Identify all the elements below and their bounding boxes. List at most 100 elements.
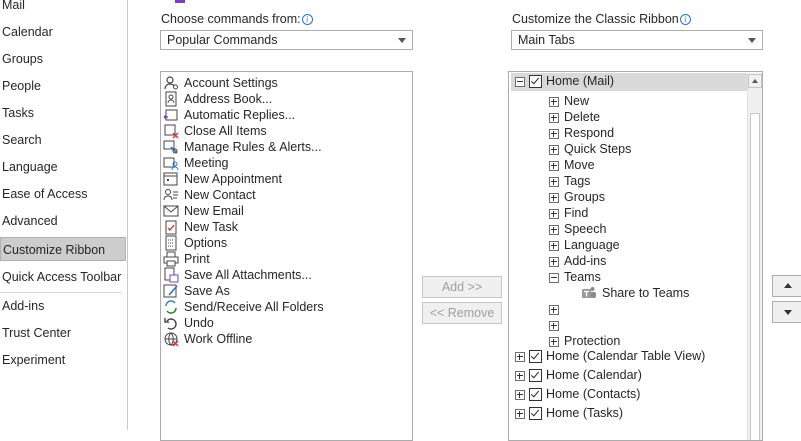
- nav-item-experiment[interactable]: Experiment: [0, 348, 126, 372]
- list-item[interactable]: Save All Attachments...: [161, 267, 411, 283]
- expand-icon[interactable]: [549, 257, 559, 267]
- list-item[interactable]: Manage Rules & Alerts...: [161, 139, 411, 155]
- customize-ribbon-dropdown[interactable]: Main Tabs: [511, 30, 763, 50]
- expand-icon[interactable]: [549, 305, 559, 315]
- contact-icon: [163, 189, 178, 201]
- expand-icon[interactable]: [549, 241, 559, 251]
- nav-item-groups[interactable]: Groups: [0, 47, 126, 71]
- info-icon[interactable]: i: [301, 14, 313, 25]
- nav-item-quick-access-toolbar[interactable]: Quick Access Toolbar: [0, 265, 126, 289]
- rules-icon: [163, 140, 178, 154]
- command-label: Manage Rules & Alerts...: [184, 140, 322, 154]
- command-label: Account Settings: [184, 76, 278, 90]
- automatic-replies-icon: [163, 109, 178, 121]
- list-item[interactable]: Undo: [161, 315, 411, 331]
- add-button[interactable]: Add >>: [422, 276, 502, 298]
- commands-list[interactable]: Account Settings Address Book... Automat…: [160, 71, 413, 441]
- nav-item-people[interactable]: People: [0, 74, 126, 98]
- save-attachments-icon: [164, 267, 179, 283]
- collapse-icon[interactable]: [549, 273, 559, 283]
- command-label: Close All Items: [184, 124, 267, 138]
- tree-label: Home (Mail): [546, 74, 615, 88]
- list-item[interactable]: New Task: [161, 219, 411, 235]
- nav-item-mail[interactable]: Mail: [0, 0, 126, 17]
- print-icon: [163, 251, 179, 267]
- tree-scrollbar[interactable]: [747, 73, 762, 440]
- nav-item-ease-of-access[interactable]: Ease of Access: [0, 182, 126, 206]
- expand-icon[interactable]: [549, 97, 559, 107]
- command-label: New Email: [184, 204, 244, 218]
- list-item[interactable]: Options: [161, 235, 411, 251]
- expand-icon[interactable]: [549, 129, 559, 139]
- nav-item-add-ins[interactable]: Add-ins: [0, 294, 126, 318]
- command-label: Meeting: [184, 156, 229, 170]
- list-item[interactable]: Save As: [161, 283, 411, 299]
- command-label: Work Offline: [184, 332, 253, 346]
- expand-icon[interactable]: [515, 352, 525, 362]
- checkbox-checked[interactable]: [529, 75, 542, 88]
- remove-button[interactable]: << Remove: [422, 302, 502, 324]
- tree-label: Move: [564, 158, 595, 172]
- collapse-icon[interactable]: [515, 77, 525, 87]
- teams-icon: [582, 287, 596, 298]
- list-item[interactable]: Send/Receive All Folders: [161, 299, 411, 315]
- scroll-up-arrow-icon[interactable]: [748, 74, 762, 88]
- expand-icon[interactable]: [549, 161, 559, 171]
- expand-icon[interactable]: [515, 409, 525, 419]
- choose-commands-dropdown[interactable]: Popular Commands: [160, 30, 413, 50]
- tree-label: Find: [564, 206, 589, 220]
- email-icon: [163, 205, 179, 217]
- list-item[interactable]: Print: [161, 251, 411, 267]
- scrollbar-thumb[interactable]: [750, 113, 760, 440]
- chevron-down-icon: [748, 38, 756, 43]
- checkbox-checked[interactable]: [529, 388, 542, 401]
- expand-icon[interactable]: [515, 371, 525, 381]
- customize-ribbon-label: Customize the Classic Ribbon i: [512, 12, 691, 26]
- list-item[interactable]: New Appointment: [161, 171, 411, 187]
- close-all-items-icon: [164, 124, 179, 139]
- info-icon[interactable]: i: [679, 14, 691, 25]
- expand-icon[interactable]: [515, 390, 525, 400]
- choose-commands-label: Choose commands from: i: [161, 12, 313, 26]
- expand-icon[interactable]: [549, 225, 559, 235]
- list-item[interactable]: Work Offline: [161, 331, 411, 347]
- move-down-button[interactable]: [772, 301, 801, 323]
- nav-item-search[interactable]: Search: [0, 128, 126, 152]
- nav-item-language[interactable]: Language: [0, 155, 126, 179]
- list-item[interactable]: Address Book...: [161, 91, 411, 107]
- checkbox-checked[interactable]: [529, 350, 542, 363]
- expand-icon[interactable]: [549, 177, 559, 187]
- ribbon-tabs-tree[interactable]: Home (Mail) New Delete Respond Quick Ste…: [508, 71, 763, 441]
- list-item[interactable]: Close All Items: [161, 123, 411, 139]
- checkbox-checked[interactable]: [529, 369, 542, 382]
- tree-label: Language: [564, 238, 620, 252]
- tree-label: Protection: [564, 334, 621, 348]
- nav-item-customize-ribbon[interactable]: Customize Ribbon: [0, 237, 126, 261]
- move-up-button[interactable]: [772, 275, 801, 297]
- nav-item-tasks[interactable]: Tasks: [0, 101, 126, 125]
- expand-icon[interactable]: [549, 209, 559, 219]
- expand-icon[interactable]: [549, 145, 559, 155]
- list-item[interactable]: New Contact: [161, 187, 411, 203]
- send-receive-icon: [165, 300, 177, 314]
- nav-item-calendar[interactable]: Calendar: [0, 20, 126, 44]
- checkbox-checked[interactable]: [529, 407, 542, 420]
- chevron-down-icon: [398, 38, 406, 43]
- tree-label: Delete: [564, 110, 601, 124]
- choose-commands-text: Choose commands from:: [161, 12, 301, 26]
- list-item[interactable]: Automatic Replies...: [161, 107, 411, 123]
- nav-item-advanced[interactable]: Advanced: [0, 209, 126, 233]
- options-icon: [165, 235, 177, 251]
- appointment-icon: [163, 172, 178, 186]
- tree-label: Tags: [564, 174, 591, 188]
- list-item[interactable]: New Email: [161, 203, 411, 219]
- list-item[interactable]: Meeting: [161, 155, 411, 171]
- expand-icon[interactable]: [549, 113, 559, 123]
- tree-label: Groups: [564, 190, 605, 204]
- expand-icon[interactable]: [549, 321, 559, 331]
- nav-item-trust-center[interactable]: Trust Center: [0, 321, 126, 345]
- meeting-icon: [163, 157, 179, 171]
- expand-icon[interactable]: [549, 337, 559, 347]
- list-item[interactable]: Account Settings: [161, 75, 411, 91]
- expand-icon[interactable]: [549, 193, 559, 203]
